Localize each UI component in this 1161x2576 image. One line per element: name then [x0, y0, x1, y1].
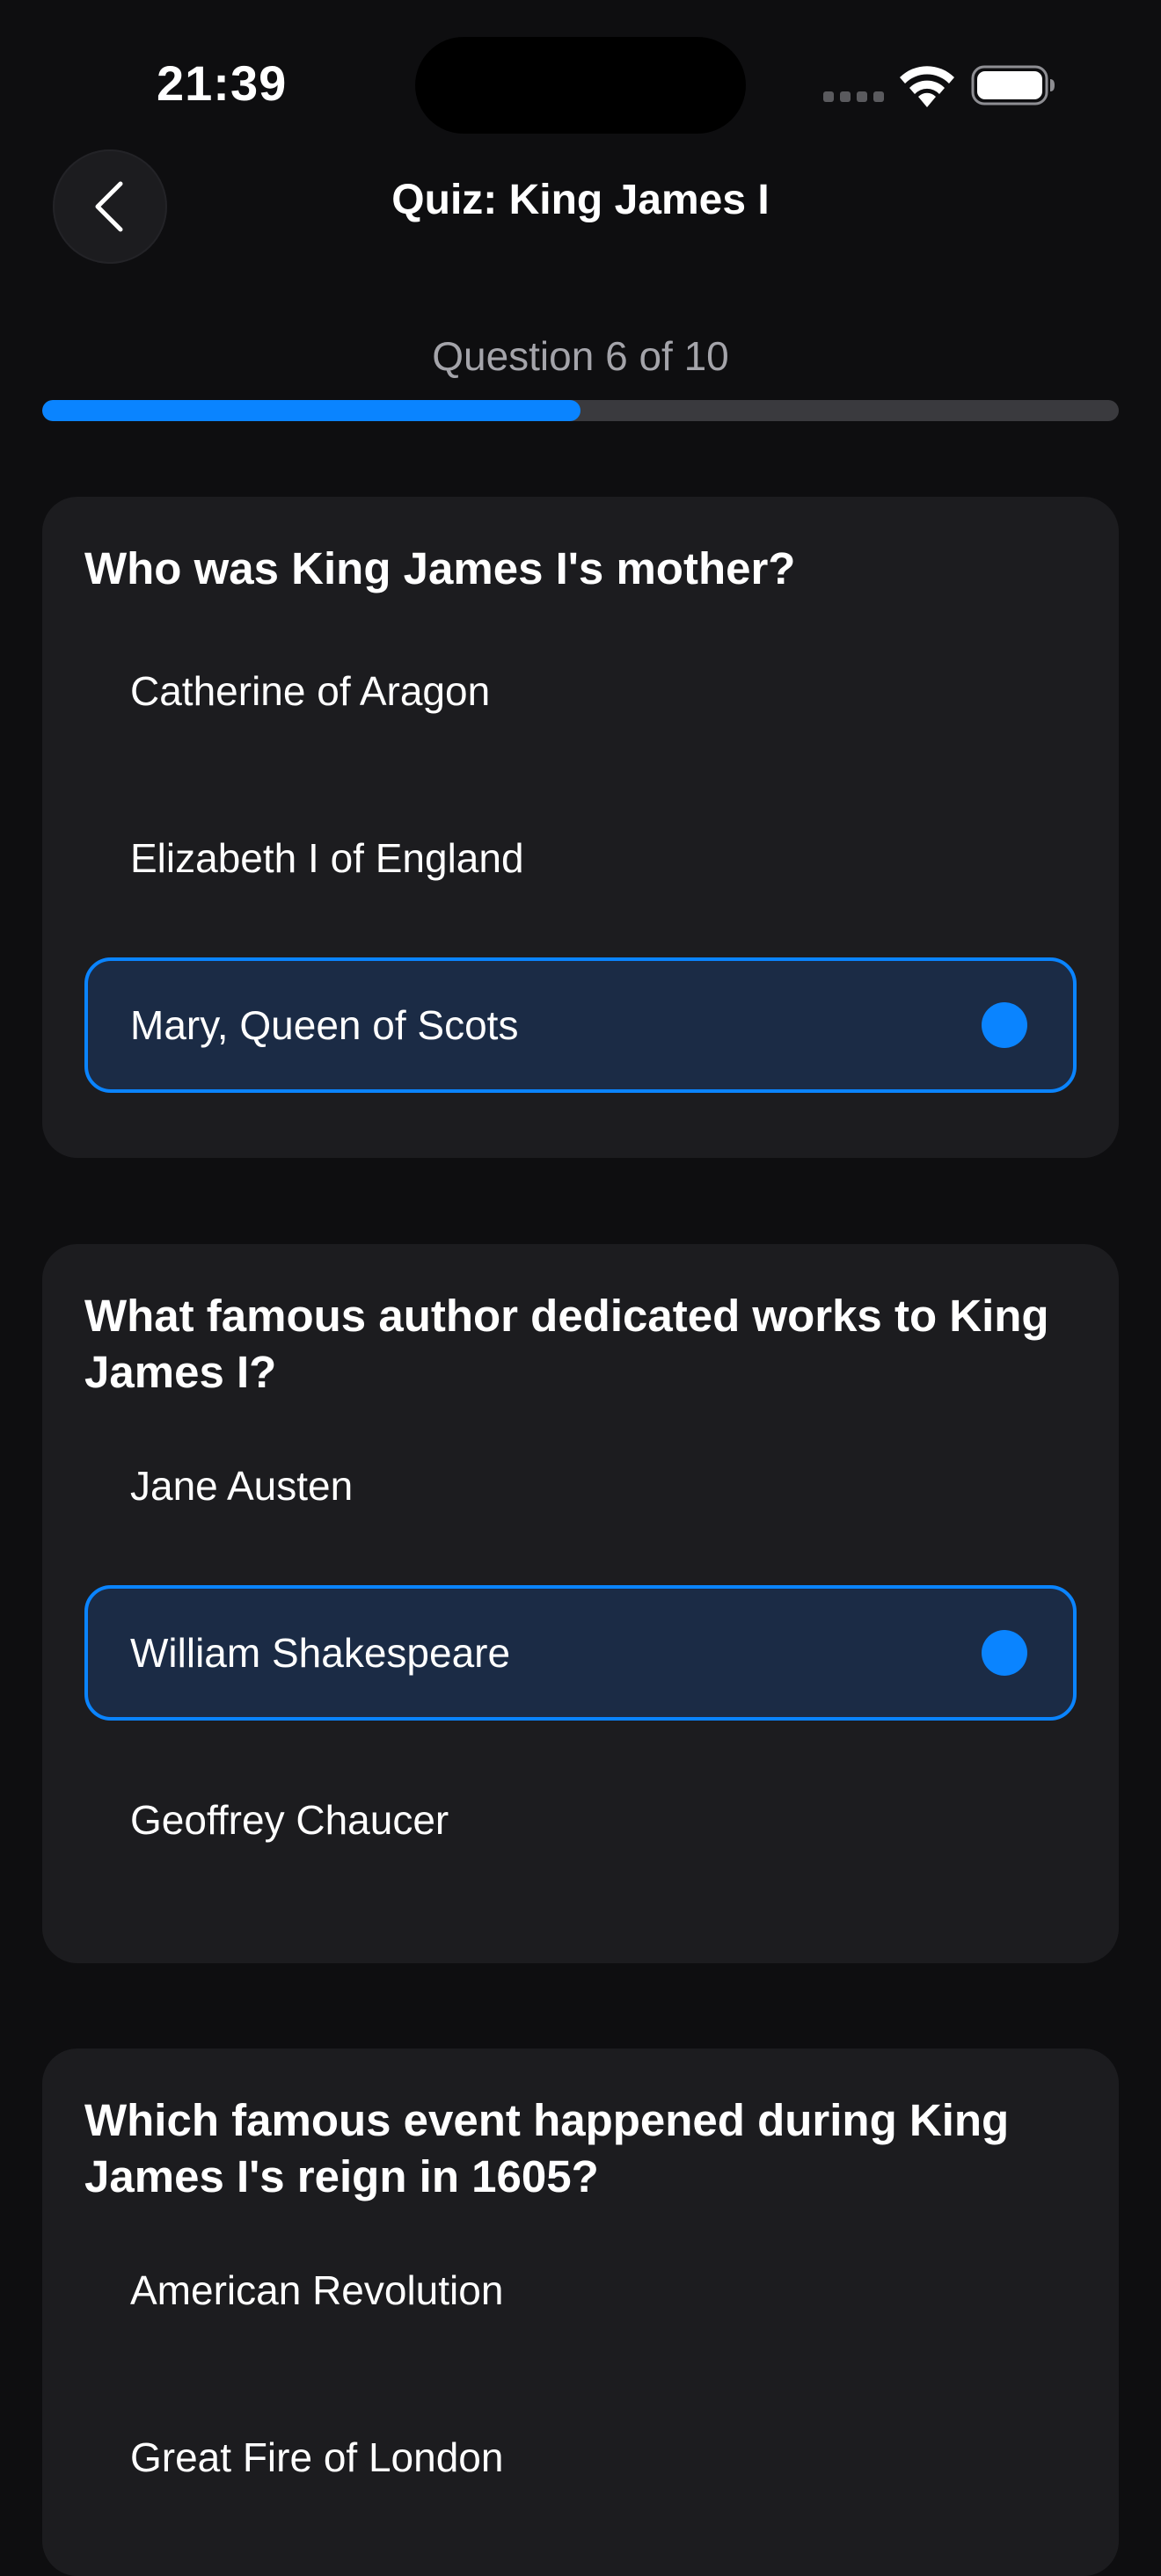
answer-option-label: Mary, Queen of Scots	[130, 1002, 519, 1048]
answer-option-label: William Shakespeare	[130, 1630, 511, 1676]
question-text: Who was King James I's mother?	[84, 543, 796, 593]
answer-option[interactable]: Elizabeth I of England	[84, 790, 1077, 926]
selected-radio-icon	[982, 1002, 1027, 1048]
wifi-icon	[900, 66, 954, 107]
question-text: What famous author dedicated works to Ki…	[84, 1291, 1049, 1397]
answer-option-label: Catherine of Aragon	[130, 668, 491, 714]
progress-fill	[42, 400, 580, 421]
question-card: What famous author dedicated works to Ki…	[42, 1244, 1119, 1963]
status-time: 21:39	[157, 55, 288, 111]
answer-option[interactable]: Great Fire of London	[84, 2390, 1077, 2525]
back-button[interactable]	[53, 149, 167, 264]
answer-option-label: Geoffrey Chaucer	[130, 1797, 449, 1843]
answer-option[interactable]: Catherine of Aragon	[84, 623, 1077, 759]
answer-option[interactable]: Geoffrey Chaucer	[84, 1752, 1077, 1888]
answer-option-label: Jane Austen	[130, 1463, 354, 1509]
progress-label: Question 6 of 10	[432, 333, 729, 379]
answer-option-label: American Revolution	[130, 2267, 504, 2313]
question-card: Who was King James I's mother? Catherine…	[42, 497, 1119, 1158]
question-text: Which famous event happened during King …	[84, 2095, 1010, 2201]
chevron-left-icon	[95, 181, 123, 232]
answer-option[interactable]: American Revolution	[84, 2223, 1077, 2358]
answer-option-label: Elizabeth I of England	[130, 835, 524, 881]
answer-option-selected[interactable]: Mary, Queen of Scots	[84, 957, 1077, 1093]
progress-bar	[42, 400, 1119, 421]
page-title: Quiz: King James I	[391, 177, 770, 223]
battery-icon	[971, 65, 1055, 106]
question-card: Which famous event happened during King …	[42, 2048, 1119, 2576]
cellular-signal-icon	[823, 91, 885, 102]
answer-option-selected[interactable]: William Shakespeare	[84, 1585, 1077, 1721]
answer-option[interactable]: Jane Austen	[84, 1418, 1077, 1554]
selected-radio-icon	[982, 1630, 1027, 1676]
dynamic-island	[415, 37, 746, 134]
answer-option-label: Great Fire of London	[130, 2434, 504, 2480]
status-bar: 21:39	[0, 0, 1161, 167]
